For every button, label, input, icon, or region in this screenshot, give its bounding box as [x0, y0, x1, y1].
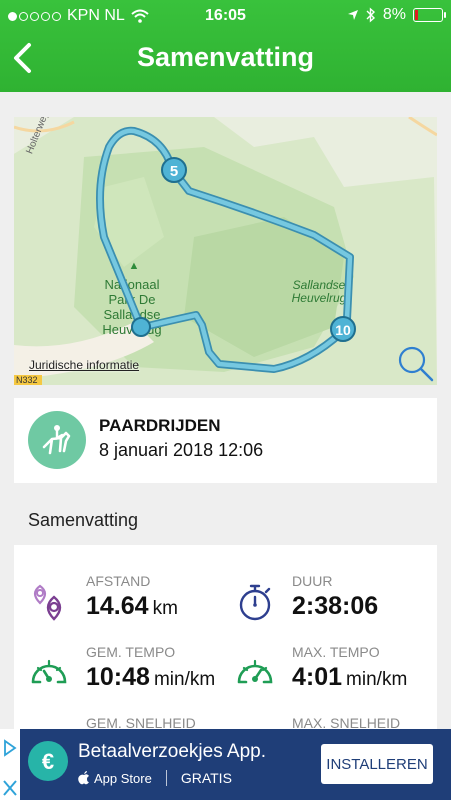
zoom-icon[interactable] [396, 344, 436, 384]
ad-store-label: App Store [94, 770, 152, 786]
svg-text:€: € [42, 749, 54, 774]
battery-percentage: 8% [382, 6, 406, 23]
activity-card: PAARDRIJDEN 8 januari 2018 12:06 [14, 398, 437, 483]
location-arrow-icon [347, 10, 358, 20]
max-pace-gauge-icon [237, 659, 273, 684]
park-label-1: Nationaal [105, 277, 160, 292]
area-label-2: Heuvelrug [292, 291, 347, 305]
stopwatch-icon [239, 584, 271, 621]
avg-pace-unit: min/km [153, 669, 216, 690]
marker-5-label: 5 [170, 163, 178, 180]
duration-value: 2:38:06 [292, 592, 379, 620]
activity-date: 8 januari 2018 12:06 [99, 440, 264, 460]
distance-unit: km [152, 598, 178, 619]
svg-text:▲: ▲ [129, 260, 140, 272]
euro-logo-icon: € [28, 741, 68, 781]
max-pace-value: 4:01 [292, 663, 343, 691]
summary-heading: Samenvatting [28, 510, 139, 530]
avg-pace-label: GEM. TEMPO [86, 644, 176, 660]
ad-choices-play-icon[interactable] [0, 735, 20, 765]
battery-icon [413, 8, 446, 22]
ad-title: Betaalverzoekjes App. [78, 741, 267, 762]
road-shield-label: N332 [16, 375, 38, 385]
route-start-marker [131, 317, 151, 337]
page-title: Samenvatting [136, 42, 315, 72]
status-bar: KPN NL 16:05 8% [0, 0, 451, 32]
activity-type: PAARDRIJDEN [99, 416, 221, 435]
ad-price: GRATIS [180, 770, 232, 786]
map-canvas: Holterweg ▲ Nationaal Park De Sallandse … [14, 117, 437, 385]
max-pace-unit: min/km [346, 669, 408, 690]
bluetooth-icon [366, 7, 375, 23]
marker-10-label: 10 [335, 322, 351, 338]
horse-riding-icon [28, 411, 86, 469]
ad-close-icon[interactable] [0, 776, 20, 800]
apple-icon [78, 771, 89, 785]
ad-store-row: App Store GRATIS [78, 770, 232, 786]
avg-pace-value: 10:48 [86, 663, 150, 691]
distance-label: AFSTAND [86, 573, 151, 589]
summary-card: AFSTAND 14.64 km DUUR 2:38:06 GEM. TEMPO … [14, 545, 437, 745]
route-map[interactable]: Holterweg ▲ Nationaal Park De Sallandse … [14, 117, 437, 385]
ad-choices[interactable] [0, 729, 20, 800]
duration-label: DUUR [292, 573, 333, 589]
legal-info-link[interactable]: Juridische informatie [29, 358, 139, 372]
distance-pin-icon [33, 584, 62, 621]
ad-banner[interactable]: € Betaalverzoekjes App. App Store GRATIS… [0, 729, 451, 800]
avg-pace-gauge-icon [31, 659, 67, 684]
max-pace-label: MAX. TEMPO [292, 644, 380, 660]
distance-value: 14.64 [86, 592, 149, 620]
install-button[interactable]: INSTALLEREN [321, 744, 433, 784]
area-label-1: Sallandse [293, 278, 346, 292]
app-header: KPN NL 16:05 8% Samenvatting [0, 0, 451, 92]
